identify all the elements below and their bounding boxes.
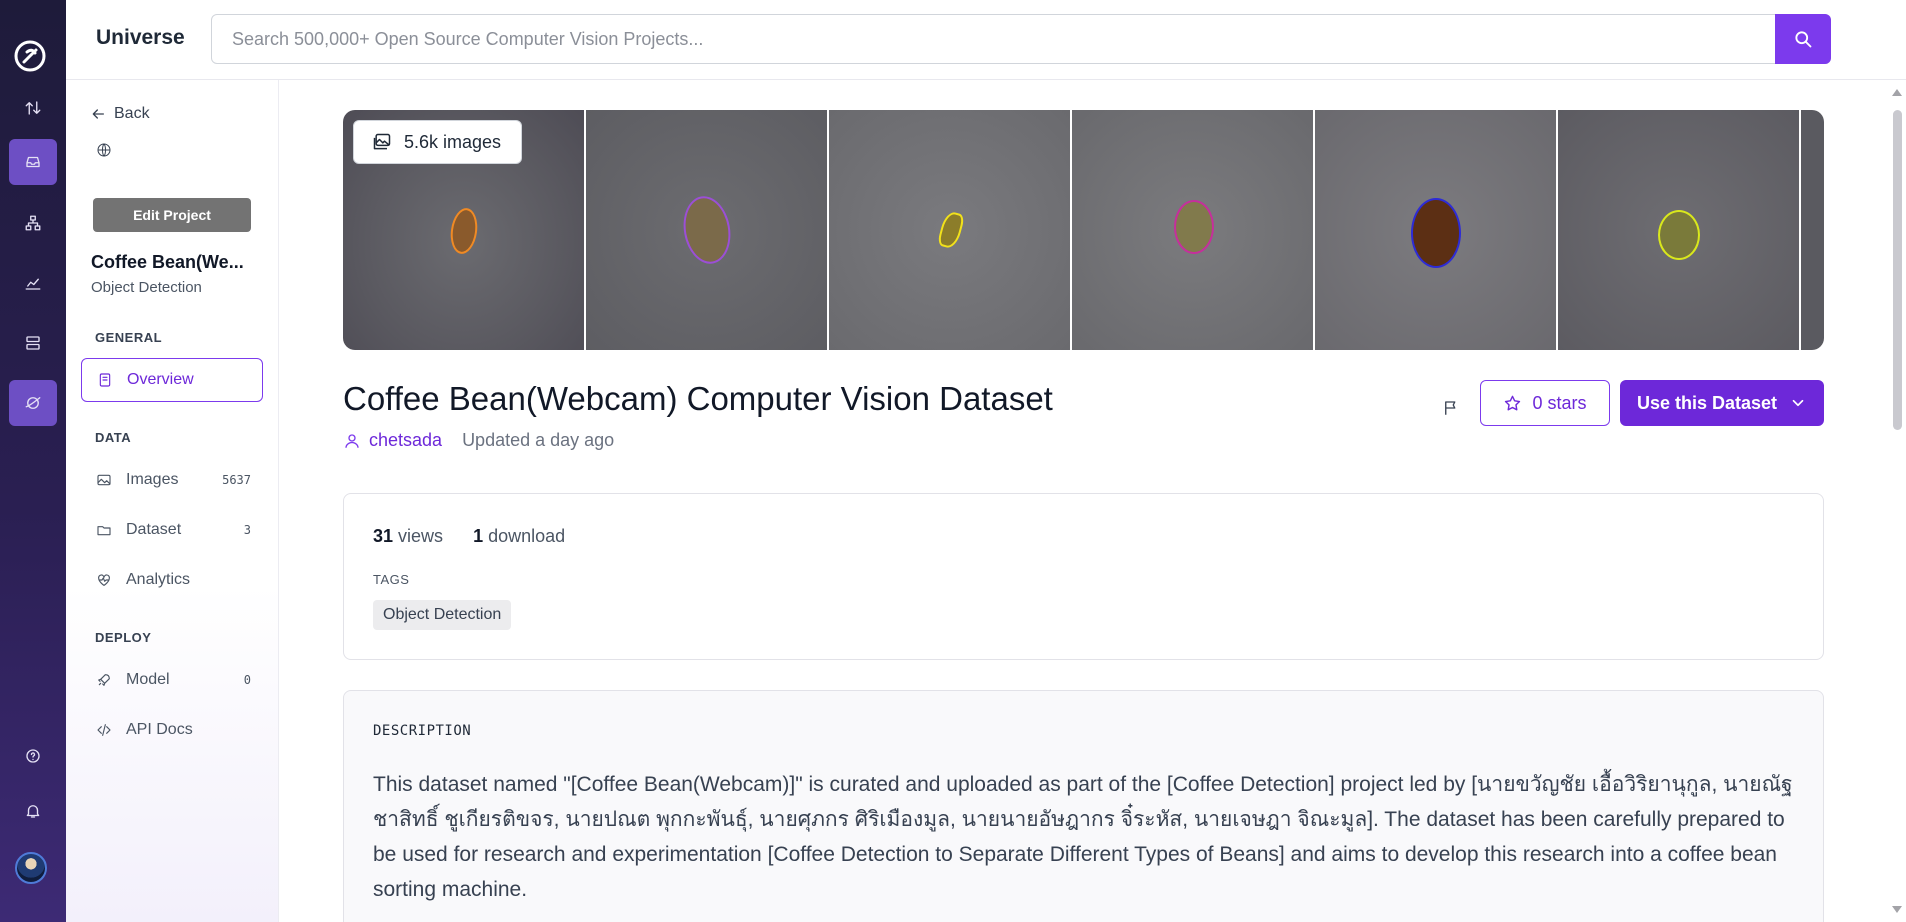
gallery-thumbnail[interactable] (1558, 110, 1799, 350)
back-link[interactable]: Back (90, 105, 150, 123)
gallery-thumbnail[interactable] (829, 110, 1070, 350)
chevron-down-icon (1792, 399, 1804, 407)
gallery-thumbnail[interactable] (1072, 110, 1313, 350)
roboflow-logo-icon[interactable] (14, 40, 46, 72)
section-general: GENERAL (95, 330, 163, 345)
sidebar-item-dataset[interactable]: Dataset 3 (81, 508, 263, 552)
image-count-badge[interactable]: 5.6k images (353, 120, 523, 164)
dataset-count: 3 (243, 523, 251, 537)
sidebar-item-label: Model (126, 671, 170, 688)
sidebar-item-label: Overview (127, 371, 194, 388)
scrollbar-thumb[interactable] (1893, 110, 1902, 430)
inbox-icon[interactable] (9, 139, 57, 185)
back-label: Back (114, 105, 150, 122)
bell-icon[interactable] (9, 788, 57, 834)
edit-project-button[interactable]: Edit Project (93, 198, 251, 232)
rocket-icon (98, 674, 110, 686)
folder-icon (97, 526, 111, 536)
sidebar-item-label: Images (126, 471, 179, 488)
analytics-icon[interactable] (9, 260, 57, 306)
top-bar: Universe (66, 0, 1906, 80)
icon-rail (0, 0, 66, 922)
description-card: DESCRIPTION This dataset named "[Coffee … (343, 690, 1824, 922)
downloads-count: 1 (473, 526, 484, 546)
universe-icon[interactable] (9, 380, 57, 426)
model-count: 0 (243, 673, 251, 687)
views-label: views (398, 526, 444, 546)
user-avatar[interactable] (15, 852, 47, 884)
description-text: This dataset named "[Coffee Bean(Webcam)… (373, 773, 1793, 901)
author-link[interactable]: chetsada (369, 430, 442, 451)
stats-row: 31 views 1 download (373, 526, 565, 547)
gallery-thumbnail[interactable] (1315, 110, 1556, 350)
search-icon (1795, 31, 1812, 48)
report-button[interactable] (1433, 390, 1469, 426)
downloads-stat: 1 download (473, 526, 565, 547)
upload-download-icon[interactable] (9, 85, 57, 131)
brand-title[interactable]: Universe (96, 26, 185, 50)
sidebar-item-overview[interactable]: Overview (81, 358, 263, 402)
sidebar-item-model[interactable]: Model 0 (81, 658, 263, 702)
project-name: Coffee Bean(We... (91, 252, 244, 272)
stars-label: 0 stars (1532, 392, 1587, 413)
star-button[interactable]: 0 stars (1480, 380, 1610, 426)
downloads-label: download (488, 526, 566, 546)
use-dataset-button[interactable]: Use this Dataset (1620, 380, 1824, 426)
images-count: 5637 (222, 473, 251, 487)
sidebar-item-images[interactable]: Images 5637 (81, 458, 263, 502)
search-bar (211, 14, 1831, 64)
help-icon[interactable] (9, 733, 57, 779)
project-sidebar: Back Edit Project Coffee Bean(We... Obje… (66, 80, 279, 922)
gallery-thumbnail[interactable] (586, 110, 827, 350)
arrow-left-icon (92, 109, 104, 119)
use-dataset-label: Use this Dataset (1636, 392, 1778, 413)
stats-card: 31 views 1 download TAGS Object Detectio… (343, 493, 1824, 660)
workflow-icon[interactable] (9, 200, 57, 246)
sidebar-item-label: Dataset (126, 521, 182, 538)
search-button[interactable] (1775, 14, 1831, 64)
section-deploy: DEPLOY (95, 630, 152, 645)
search-input[interactable] (212, 15, 1752, 63)
image-icon (97, 474, 111, 486)
document-icon (99, 373, 111, 387)
tags-label: TAGS (373, 572, 410, 587)
views-stat: 31 views (373, 526, 443, 547)
deploy-icon[interactable] (9, 320, 57, 366)
project-type: Object Detection (91, 279, 202, 296)
tag-chip[interactable]: Object Detection (373, 600, 512, 630)
sidebar-item-api-docs[interactable]: API Docs (81, 708, 263, 752)
globe-icon (96, 142, 112, 158)
code-icon (97, 724, 111, 736)
updated-text: Updated a day ago (462, 430, 615, 450)
image-gallery[interactable]: 5.6k images (343, 110, 1824, 350)
author-row: chetsada Updated a day ago (343, 430, 614, 451)
scrollbar[interactable] (1889, 80, 1906, 922)
description-label: DESCRIPTION (373, 723, 472, 739)
star-icon (1505, 395, 1521, 410)
heart-pulse-icon (98, 574, 110, 586)
images-icon (373, 133, 391, 150)
sidebar-item-label: API Docs (126, 721, 193, 738)
image-count-label: 5.6k images (404, 131, 502, 152)
gallery-thumbnail[interactable] (1801, 110, 1824, 350)
flag-icon (1445, 401, 1456, 415)
views-count: 31 (373, 526, 394, 546)
section-data: DATA (95, 430, 132, 445)
sidebar-item-label: Analytics (126, 571, 191, 588)
user-icon (345, 433, 359, 448)
sidebar-item-analytics[interactable]: Analytics (81, 558, 263, 602)
scroll-up-icon[interactable] (1892, 89, 1902, 96)
scroll-down-icon[interactable] (1892, 906, 1902, 913)
main-content: 5.6k images Coffee Bean(Webcam) Computer… (279, 80, 1889, 922)
page-title: Coffee Bean(Webcam) Computer Vision Data… (343, 380, 1053, 417)
